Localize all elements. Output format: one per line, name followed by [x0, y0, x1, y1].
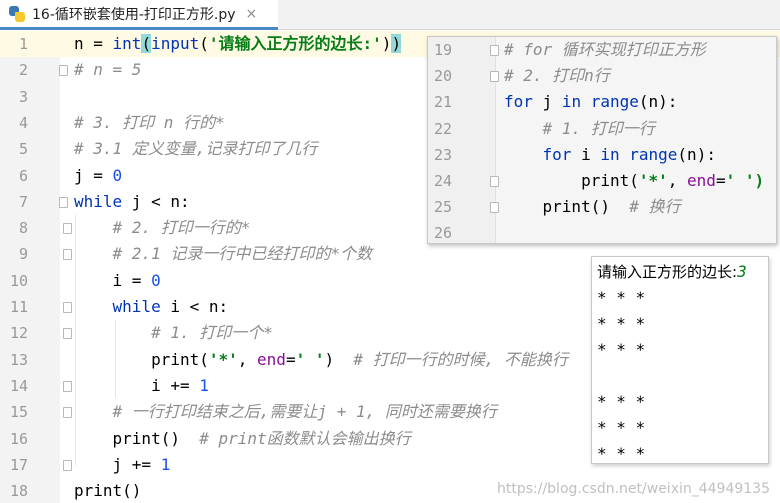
code-text: while i < n: — [112, 297, 229, 316]
fold-marker-icon[interactable] — [63, 407, 72, 419]
preview-code-line: 22 # 1. 打印一行 — [428, 116, 776, 142]
console-prompt-line: 请输入正方形的边长:3 — [597, 259, 747, 285]
code-text: # 3.1 定义变量,记录打印了几行 — [74, 139, 318, 159]
code-text: # n = 5 — [74, 60, 142, 80]
line-number: 2 — [18, 61, 28, 80]
code-text: for i in range(n): — [542, 144, 716, 164]
code-preview-popup: 19 # for 循环实现打印正方形 20 # 2. 打印n行 21 for j in r… — [427, 36, 777, 244]
line-number: 7 — [18, 192, 28, 211]
code-text: # 2. 打印一行的* — [74, 218, 251, 238]
code-text: n = int(input('请输入正方形的边长:')) — [74, 34, 402, 53]
preview-code-line: 19 # for 循环实现打印正方形 — [428, 37, 776, 63]
line-number: 8 — [18, 219, 28, 238]
line-number: 24 — [433, 172, 452, 190]
python-file-icon — [8, 5, 26, 23]
preview-code-line: 25 print() # 换行 — [428, 194, 776, 220]
preview-code-line: 23 for i in range(n): — [428, 142, 776, 168]
file-tab[interactable]: 16-循环嵌套使用-打印正方形.py × — [0, 0, 278, 30]
tab-title: 16-循环嵌套使用-打印正方形.py — [32, 6, 236, 23]
fold-marker-icon[interactable] — [63, 380, 72, 392]
line-number: 3 — [18, 87, 28, 106]
code-text: i += 1 — [74, 375, 209, 395]
line-number: 10 — [9, 271, 28, 290]
preview-code-line: 26 — [428, 220, 776, 243]
fold-marker-icon[interactable] — [63, 302, 72, 313]
line-number: 17 — [9, 455, 28, 474]
fold-marker-icon — [490, 202, 499, 214]
code-text: # 1. 打印一个* — [74, 323, 273, 343]
console-output-line: * * * — [597, 418, 646, 437]
console-output-line: * * * — [597, 314, 646, 333]
fold-marker-icon[interactable] — [63, 459, 72, 471]
line-number: 12 — [9, 324, 28, 343]
fold-marker-icon — [490, 45, 499, 56]
preview-code-line: 24 print('*', end=' ') — [428, 168, 776, 194]
line-number: 25 — [433, 198, 452, 217]
console-output-line: * * * — [597, 288, 646, 307]
console-output-line: * * * — [597, 444, 646, 463]
preview-code-line: 21 for j in range(n): — [428, 89, 776, 115]
code-text: # 2.1 记录一行中已经打印的*个数 — [74, 244, 372, 264]
code-text: print() # print函数默认会输出换行 — [74, 428, 411, 448]
code-text: # 一行打印结束之后,需要让j + 1, 同时还需要换行 — [74, 402, 497, 422]
fold-marker-icon[interactable] — [63, 223, 72, 235]
fold-marker-icon[interactable] — [63, 249, 72, 261]
code-text: # 3. 打印 n 行的* — [74, 112, 225, 132]
fold-marker-icon[interactable] — [59, 196, 68, 208]
console-output-line: * * * — [597, 340, 646, 359]
fold-marker-icon[interactable] — [59, 65, 68, 77]
indent-guide — [115, 320, 116, 398]
line-number: 1 — [18, 35, 28, 53]
line-number: 13 — [9, 350, 28, 369]
line-number: 11 — [9, 298, 28, 316]
watermark: https://blog.csdn.net/weixin_44949135 — [496, 481, 770, 497]
code-text: # 2. 打印n行 — [504, 66, 610, 86]
line-number: 23 — [433, 145, 452, 164]
fold-marker-icon — [490, 71, 499, 83]
line-number: 15 — [9, 403, 28, 422]
code-text: # 1. 打印一行 — [504, 118, 655, 138]
console-output-panel: 请输入正方形的边长:3 * * * * * * * * * * * * * * * * *… — [591, 256, 769, 464]
code-text: # for 循环实现打印正方形 — [504, 40, 706, 59]
line-number: 26 — [433, 224, 452, 243]
line-number: 18 — [9, 482, 28, 501]
editor-tab-bar: 16-循环嵌套使用-打印正方形.py × — [0, 0, 780, 30]
console-prompt: 请输入正方形的边长: — [597, 263, 738, 281]
line-number: 4 — [18, 113, 28, 132]
line-number: 20 — [433, 67, 452, 86]
console-output-line: * * * — [597, 392, 646, 411]
code-text: while j < n: — [74, 191, 190, 211]
code-text: print() — [74, 481, 142, 501]
line-number: 16 — [9, 429, 28, 448]
code-text: print() # 换行 — [504, 197, 681, 217]
indent-guide — [75, 215, 76, 465]
line-number: 19 — [433, 41, 452, 59]
code-text: print('*', end=' ') — [504, 171, 765, 190]
line-number: 14 — [9, 376, 28, 395]
fold-marker-icon — [490, 176, 499, 187]
code-text: j += 1 — [74, 454, 171, 474]
code-text: j = 0 — [74, 165, 123, 185]
line-number: 21 — [433, 93, 452, 112]
fold-marker-icon[interactable] — [63, 328, 72, 340]
line-number: 5 — [18, 140, 28, 159]
preview-code-line: 20 # 2. 打印n行 — [428, 63, 776, 89]
code-text: i = 0 — [74, 270, 161, 290]
console-input-value: 3 — [737, 262, 747, 281]
line-number: 9 — [18, 245, 28, 264]
close-icon[interactable]: × — [246, 6, 258, 22]
line-number: 6 — [18, 166, 28, 185]
code-text: print('*', end=' ') # 打印一行的时候, 不能换行 — [74, 349, 568, 369]
line-number: 22 — [433, 119, 452, 138]
code-text: for j in range(n): — [504, 92, 678, 112]
